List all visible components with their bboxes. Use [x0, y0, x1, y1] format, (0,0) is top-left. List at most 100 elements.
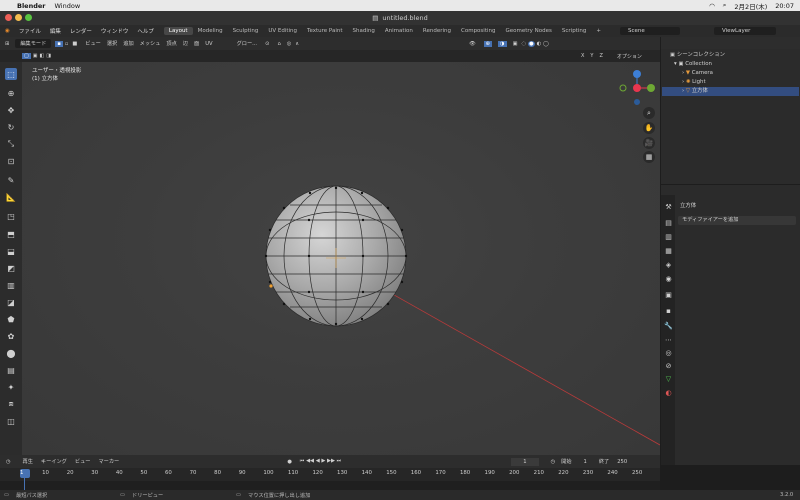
falloff-icon[interactable]: ∧ [295, 41, 299, 47]
overlay-toggle-icon[interactable]: ◑ [498, 40, 507, 47]
pivot-icon[interactable]: ⊙ [265, 41, 269, 47]
select-mode-subtract-icon[interactable]: ◧ [39, 53, 44, 59]
gizmo-neg-z[interactable] [634, 99, 640, 105]
viewlayer-selector[interactable]: ViewLayer [714, 27, 776, 35]
xray-icon[interactable]: ▣ [513, 41, 518, 47]
transform-orientation-dropdown[interactable]: グロー... [237, 40, 258, 47]
annotate-tool-icon[interactable]: ✎ [5, 174, 17, 186]
poly-build-tool-icon[interactable]: ⬟ [5, 313, 17, 325]
camera-view-icon[interactable]: 🎥 [643, 137, 655, 149]
spin-tool-icon[interactable]: ✿ [5, 330, 17, 342]
physics-tab-icon[interactable]: ◎ [664, 348, 673, 357]
menu-window[interactable]: ウィンドウ [101, 27, 129, 35]
loop-cut-tool-icon[interactable]: ▥ [5, 279, 17, 291]
scene-selector[interactable]: Scene [620, 27, 680, 35]
tab-geometry-nodes[interactable]: Geometry Nodes [500, 27, 556, 35]
expand-icon[interactable]: › [682, 70, 684, 76]
gizmo-x-axis[interactable] [633, 84, 641, 92]
tool-tab-icon[interactable]: ⚒ [664, 202, 673, 211]
menu-view[interactable]: ビュー [85, 40, 101, 47]
gizmo-neg-y[interactable] [619, 84, 627, 92]
current-frame-field[interactable]: 1 [511, 457, 539, 466]
menu-mesh[interactable]: メッシュ [140, 40, 161, 47]
rip-region-tool-icon[interactable]: ◫ [5, 415, 17, 427]
pan-view-icon[interactable]: ✋ [643, 122, 655, 134]
mode-dropdown[interactable]: 編集モード [15, 39, 52, 48]
menu-edit[interactable]: 編集 [50, 27, 61, 35]
move-tool-icon[interactable]: ✥ [5, 104, 17, 116]
collection-tab-icon[interactable]: ▣ [664, 290, 673, 299]
object-tab-icon[interactable]: ▪ [664, 306, 673, 315]
timeline-editor-icon[interactable]: ◷ [6, 459, 11, 465]
add-modifier-button[interactable]: モディファイアーを追加 [678, 216, 796, 225]
start-frame-field[interactable]: 1 [584, 459, 587, 465]
shear-tool-icon[interactable]: ⧈ [5, 398, 17, 410]
outliner-row-collection[interactable]: ▾ ▣ Collection [662, 60, 799, 69]
mirror-axis-z[interactable]: Z [599, 53, 602, 59]
search-icon[interactable]: ⌕ [723, 1, 727, 10]
zoom-view-icon[interactable]: ⌕ [643, 107, 655, 119]
material-tab-icon[interactable]: ◐ [664, 388, 673, 397]
window-menu[interactable]: Window [55, 2, 81, 10]
modifier-tab-icon[interactable]: 🔧 [664, 321, 673, 330]
constraints-tab-icon[interactable]: ⊘ [664, 361, 673, 370]
data-tab-icon[interactable]: ▽ [664, 374, 673, 383]
gizmo-toggle-icon[interactable]: ⊕ [483, 40, 493, 47]
tab-texture-paint[interactable]: Texture Paint [302, 27, 348, 35]
mesh-canvas[interactable] [22, 62, 661, 455]
app-menu[interactable]: Blender [17, 2, 46, 10]
editor-type-icon[interactable]: ⊞ [5, 41, 9, 47]
gizmo-y-axis[interactable] [647, 84, 655, 92]
menu-marker[interactable]: マーカー [98, 458, 119, 465]
outliner-row-camera[interactable]: › ▼ Camera [662, 69, 799, 78]
menu-timeline-view[interactable]: ビュー [75, 458, 91, 465]
menu-file[interactable]: ファイル [19, 27, 41, 35]
gizmo-z-axis[interactable] [633, 70, 641, 78]
outliner-row-cube[interactable]: › ▽ 立方体 [662, 87, 799, 96]
visibility-icon[interactable]: 👁 [469, 41, 476, 47]
render-tab-icon[interactable]: ▤ [664, 218, 673, 227]
tab-modeling[interactable]: Modeling [193, 27, 228, 35]
menu-keying[interactable]: キーイング [41, 458, 67, 465]
shading-material-icon[interactable]: ◐ [537, 41, 542, 47]
view-layer-tab-icon[interactable]: ▦ [664, 246, 673, 255]
menu-render[interactable]: レンダー [70, 27, 92, 35]
minimize-window-button[interactable] [15, 14, 22, 21]
bevel-tool-icon[interactable]: ◩ [5, 262, 17, 274]
perspective-toggle-icon[interactable]: ▦ [643, 151, 655, 163]
inset-tool-icon[interactable]: ⬓ [5, 245, 17, 257]
edge-select-icon[interactable]: ▫ [63, 41, 71, 47]
expand-icon[interactable]: › [682, 88, 684, 94]
select-mode-new-icon[interactable]: ▢ [22, 53, 31, 59]
add-cube-tool-icon[interactable]: ◳ [5, 210, 17, 222]
end-frame-field[interactable]: 250 [617, 459, 627, 465]
cursor-tool-icon[interactable]: ⊕ [5, 87, 17, 99]
shading-wireframe-icon[interactable]: ◌ [521, 41, 526, 47]
tab-layout[interactable]: Layout [163, 27, 193, 35]
tab-shading[interactable]: Shading [348, 27, 380, 35]
close-window-button[interactable] [5, 14, 12, 21]
navigation-gizmo[interactable] [615, 66, 659, 110]
shrink-fatten-tool-icon[interactable]: ✦ [5, 381, 17, 393]
transform-tool-icon[interactable]: ⊡ [5, 155, 17, 167]
tab-animation[interactable]: Animation [380, 27, 418, 35]
menu-edge[interactable]: 辺 [183, 40, 188, 47]
select-box-tool-icon[interactable]: ⬚ [5, 68, 17, 80]
3d-viewport[interactable] [22, 62, 661, 455]
tab-compositing[interactable]: Compositing [456, 27, 500, 35]
outliner-row-light[interactable]: › ✺ Light [662, 78, 799, 87]
record-icon[interactable]: ● [287, 459, 292, 465]
knife-tool-icon[interactable]: ◪ [5, 296, 17, 308]
menu-vertex[interactable]: 頂点 [166, 40, 176, 47]
wifi-icon[interactable]: ◠ [709, 2, 715, 10]
tab-rendering[interactable]: Rendering [418, 27, 456, 35]
tab-scripting[interactable]: Scripting [557, 27, 591, 35]
shading-solid-icon[interactable]: ● [528, 40, 535, 47]
scale-tool-icon[interactable]: ⤡ [5, 138, 17, 150]
face-select-icon[interactable]: ■ [70, 41, 79, 47]
scene-tab-icon[interactable]: ◈ [664, 260, 673, 269]
measure-tool-icon[interactable]: 📐 [5, 191, 17, 203]
extrude-tool-icon[interactable]: ⬒ [5, 228, 17, 240]
select-mode-invert-icon[interactable]: ◨ [46, 53, 51, 59]
menu-add[interactable]: 追加 [123, 40, 133, 47]
